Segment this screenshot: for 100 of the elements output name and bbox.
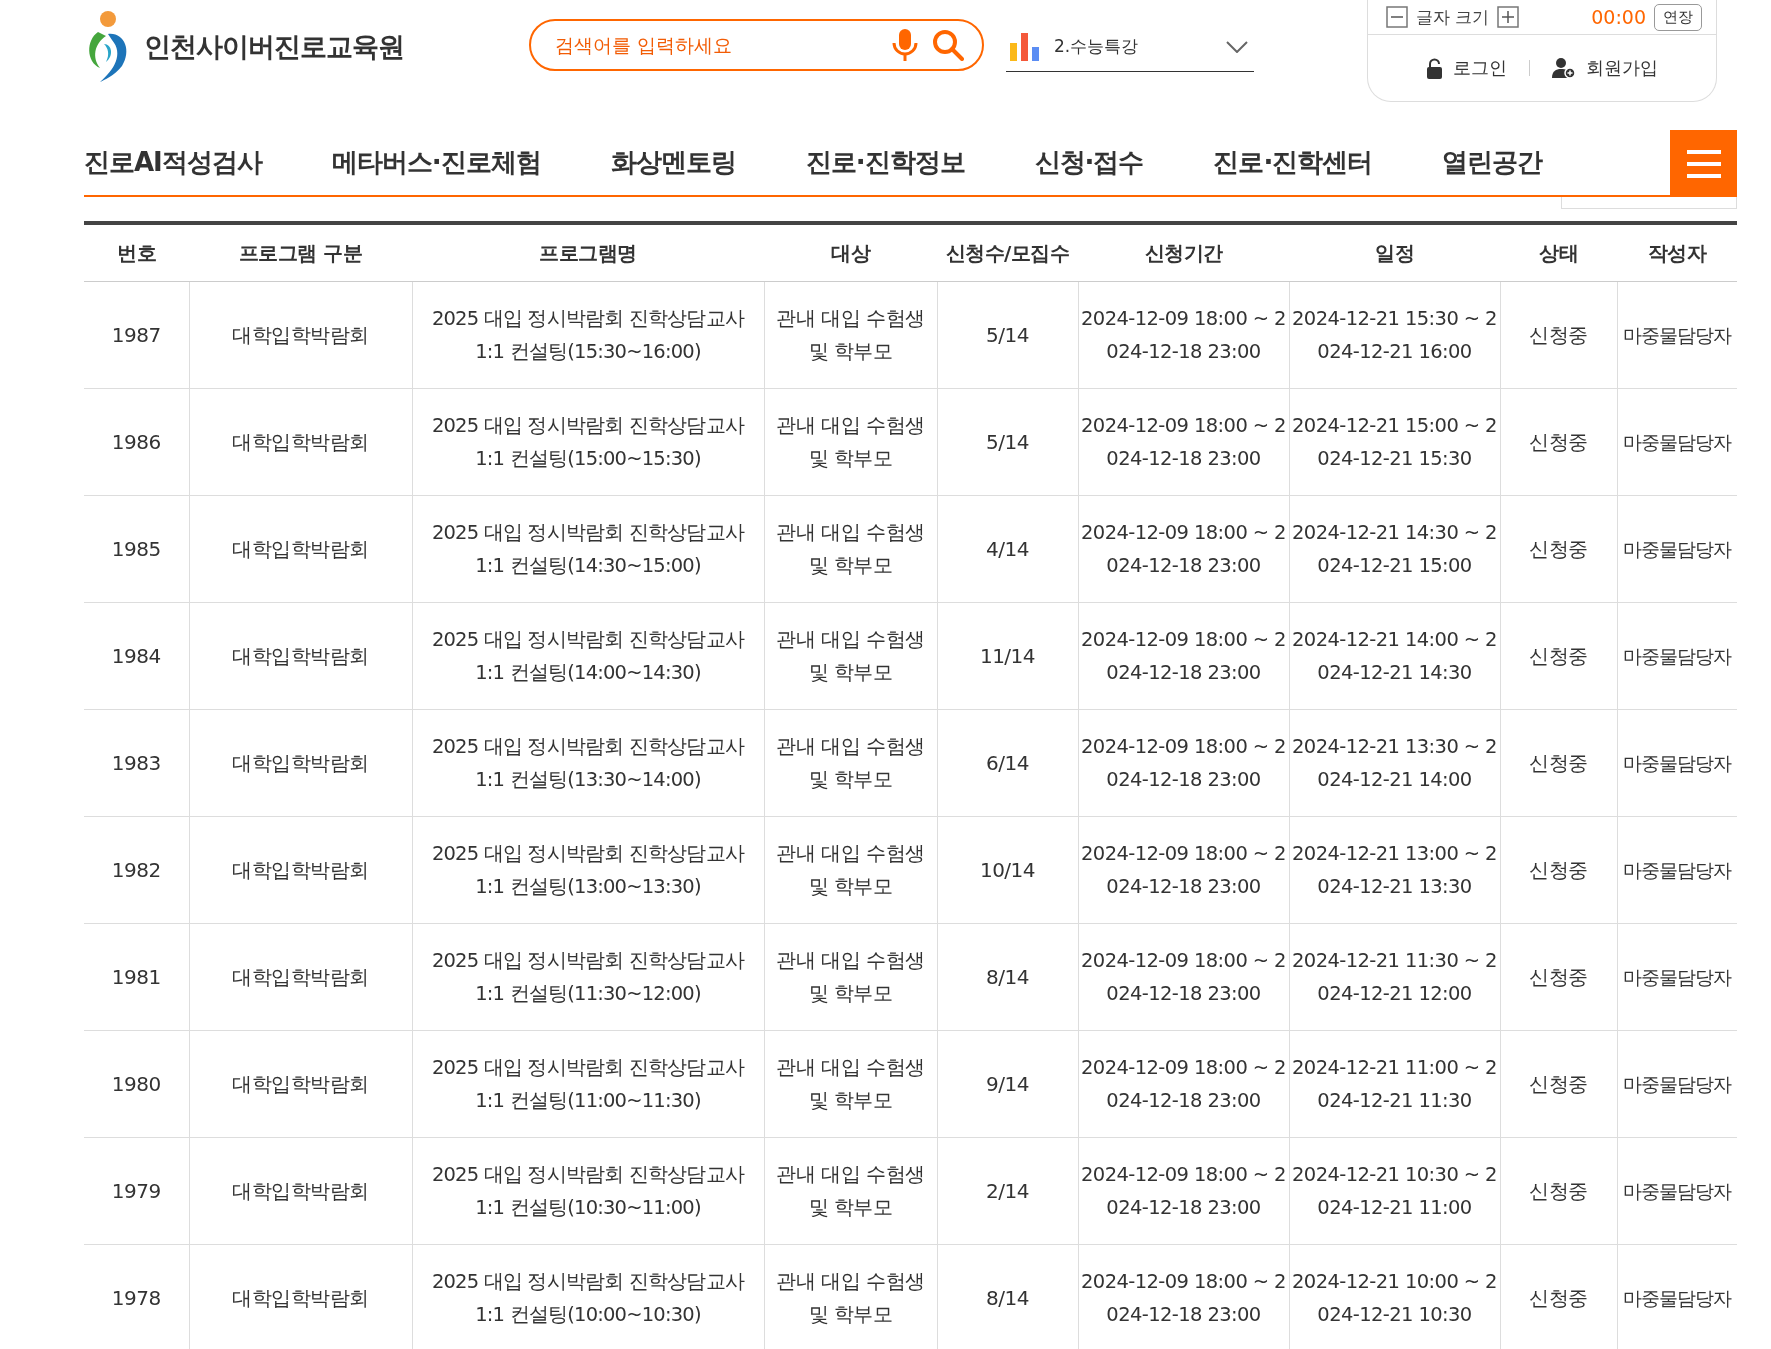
program-category: 대학입학박람회	[189, 281, 412, 389]
schedule-period: 2024-12-21 13:00 ~ 2024-12-21 13:30	[1289, 816, 1500, 924]
applicant-count: 8/14	[937, 1244, 1078, 1349]
row-number: 1986	[84, 388, 189, 496]
column-header: 일정	[1289, 225, 1500, 282]
program-name: 2025 대입 정시박람회 진학상담교사 1:1 컨설팅(10:00~10:30)	[412, 1244, 764, 1349]
program-name: 2025 대입 정시박람회 진학상담교사 1:1 컨설팅(11:00~11:30)	[412, 1030, 764, 1138]
program-name: 2025 대입 정시박람회 진학상담교사 1:1 컨설팅(15:30~16:00)	[412, 281, 764, 389]
status-text: 신청중	[1500, 1244, 1617, 1349]
column-header: 신청수/모집수	[937, 225, 1078, 282]
status-text: 신청중	[1500, 602, 1617, 710]
schedule-period: 2024-12-21 14:30 ~ 2024-12-21 15:00	[1289, 495, 1500, 603]
application-period: 2024-12-09 18:00 ~ 2024-12-18 23:00	[1078, 1030, 1289, 1138]
nav-link[interactable]: 화상멘토링	[610, 145, 736, 180]
column-header: 프로그램명	[412, 225, 764, 282]
site-logo-text[interactable]: 인천사이버진로교육원	[144, 29, 404, 65]
program-category: 대학입학박람회	[189, 1137, 412, 1245]
row-number: 1982	[84, 816, 189, 924]
schedule-period: 2024-12-21 11:00 ~ 2024-12-21 11:30	[1289, 1030, 1500, 1138]
applicant-count: 10/14	[937, 816, 1078, 924]
search-field[interactable]: 검색어를 입력하세요	[529, 19, 984, 71]
status-text: 신청중	[1500, 1030, 1617, 1138]
application-period: 2024-12-09 18:00 ~ 2024-12-18 23:00	[1078, 709, 1289, 817]
nav-link[interactable]: 진로·진학센터	[1213, 145, 1373, 180]
column-header: 신청기간	[1078, 225, 1289, 282]
applicant-count: 11/14	[937, 602, 1078, 710]
program-name: 2025 대입 정시박람회 진학상담교사 1:1 컨설팅(13:00~13:30)	[412, 816, 764, 924]
row-number: 1983	[84, 709, 189, 817]
program-name: 2025 대입 정시박람회 진학상담교사 1:1 컨설팅(11:30~12:00)	[412, 923, 764, 1031]
person-add-icon	[1552, 57, 1576, 79]
applicant-count: 9/14	[937, 1030, 1078, 1138]
program-category: 대학입학박람회	[189, 923, 412, 1031]
author-name: 마중물담당자	[1617, 602, 1737, 710]
nav-link[interactable]: 진로AI적성검사	[84, 145, 262, 180]
row-number: 1981	[84, 923, 189, 1031]
dropdown-value: 2.수능특강	[1054, 35, 1140, 58]
application-period: 2024-12-09 18:00 ~ 2024-12-18 23:00	[1078, 281, 1289, 389]
status-text: 신청중	[1500, 388, 1617, 496]
program-category: 대학입학박람회	[189, 816, 412, 924]
program-name: 2025 대입 정시박람회 진학상담교사 1:1 컨설팅(15:00~15:30)	[412, 388, 764, 496]
program-name: 2025 대입 정시박람회 진학상담교사 1:1 컨설팅(14:30~15:00)	[412, 495, 764, 603]
menu-button[interactable]	[1670, 130, 1737, 197]
nav-link[interactable]: 진로·진학정보	[805, 145, 965, 180]
target-audience: 관내 대입 수험생 및 학부모	[764, 1244, 937, 1349]
status-text: 신청중	[1500, 709, 1617, 817]
target-audience: 관내 대입 수험생 및 학부모	[764, 281, 937, 389]
program-name: 2025 대입 정시박람회 진학상담교사 1:1 컨설팅(13:30~14:00)	[412, 709, 764, 817]
nav-link[interactable]: 메타버스·진로체험	[331, 145, 541, 180]
application-period: 2024-12-09 18:00 ~ 2024-12-18 23:00	[1078, 388, 1289, 496]
column-header: 대상	[764, 225, 937, 282]
program-category: 대학입학박람회	[189, 709, 412, 817]
login-link[interactable]: 로그인	[1453, 56, 1507, 80]
author-name: 마중물담당자	[1617, 816, 1737, 924]
applicant-count: 6/14	[937, 709, 1078, 817]
author-name: 마중물담당자	[1617, 495, 1737, 603]
application-period: 2024-12-09 18:00 ~ 2024-12-18 23:00	[1078, 923, 1289, 1031]
target-audience: 관내 대입 수험생 및 학부모	[764, 1137, 937, 1245]
author-name: 마중물담당자	[1617, 281, 1737, 389]
row-number: 1985	[84, 495, 189, 603]
author-name: 마중물담당자	[1617, 709, 1737, 817]
author-name: 마중물담당자	[1617, 923, 1737, 1031]
column-header: 번호	[84, 225, 189, 282]
application-period: 2024-12-09 18:00 ~ 2024-12-18 23:00	[1078, 602, 1289, 710]
column-header: 프로그램 구분	[189, 225, 412, 282]
extend-button[interactable]: 연장	[1654, 3, 1702, 31]
schedule-period: 2024-12-21 15:30 ~ 2024-12-21 16:00	[1289, 281, 1500, 389]
signup-link[interactable]: 회원가입	[1586, 56, 1658, 80]
channel-dropdown[interactable]: 2.수능특강	[1006, 28, 1254, 72]
target-audience: 관내 대입 수험생 및 학부모	[764, 709, 937, 817]
session-timer: 00:00	[1591, 6, 1646, 28]
target-audience: 관내 대입 수험생 및 학부모	[764, 1030, 937, 1138]
nav-link[interactable]: 열린공간	[1442, 145, 1543, 180]
row-number: 1980	[84, 1030, 189, 1138]
search-icon[interactable]	[932, 29, 964, 61]
font-size-label: 글자 크기	[1416, 5, 1490, 29]
application-period: 2024-12-09 18:00 ~ 2024-12-18 23:00	[1078, 1244, 1289, 1349]
program-name: 2025 대입 정시박람회 진학상담교사 1:1 컨설팅(10:30~11:00)	[412, 1137, 764, 1245]
schedule-period: 2024-12-21 10:30 ~ 2024-12-21 11:00	[1289, 1137, 1500, 1245]
lock-icon	[1426, 57, 1443, 79]
target-audience: 관내 대입 수험생 및 학부모	[764, 388, 937, 496]
application-period: 2024-12-09 18:00 ~ 2024-12-18 23:00	[1078, 816, 1289, 924]
minus-icon[interactable]	[1386, 6, 1408, 28]
schedule-period: 2024-12-21 13:30 ~ 2024-12-21 14:00	[1289, 709, 1500, 817]
microphone-icon[interactable]	[892, 28, 918, 62]
target-audience: 관내 대입 수험생 및 학부모	[764, 495, 937, 603]
row-number: 1987	[84, 281, 189, 389]
plus-icon[interactable]	[1497, 6, 1520, 28]
applicant-count: 5/14	[937, 281, 1078, 389]
column-header: 작성자	[1617, 225, 1737, 282]
target-audience: 관내 대입 수험생 및 학부모	[764, 602, 937, 710]
application-period: 2024-12-09 18:00 ~ 2024-12-18 23:00	[1078, 1137, 1289, 1245]
schedule-period: 2024-12-21 11:30 ~ 2024-12-21 12:00	[1289, 923, 1500, 1031]
author-name: 마중물담당자	[1617, 388, 1737, 496]
column-header: 상태	[1500, 225, 1617, 282]
menu-icon	[1686, 148, 1721, 179]
row-number: 1984	[84, 602, 189, 710]
status-text: 신청중	[1500, 923, 1617, 1031]
program-category: 대학입학박람회	[189, 388, 412, 496]
row-number: 1978	[84, 1244, 189, 1349]
nav-link[interactable]: 신청·접수	[1034, 145, 1144, 180]
